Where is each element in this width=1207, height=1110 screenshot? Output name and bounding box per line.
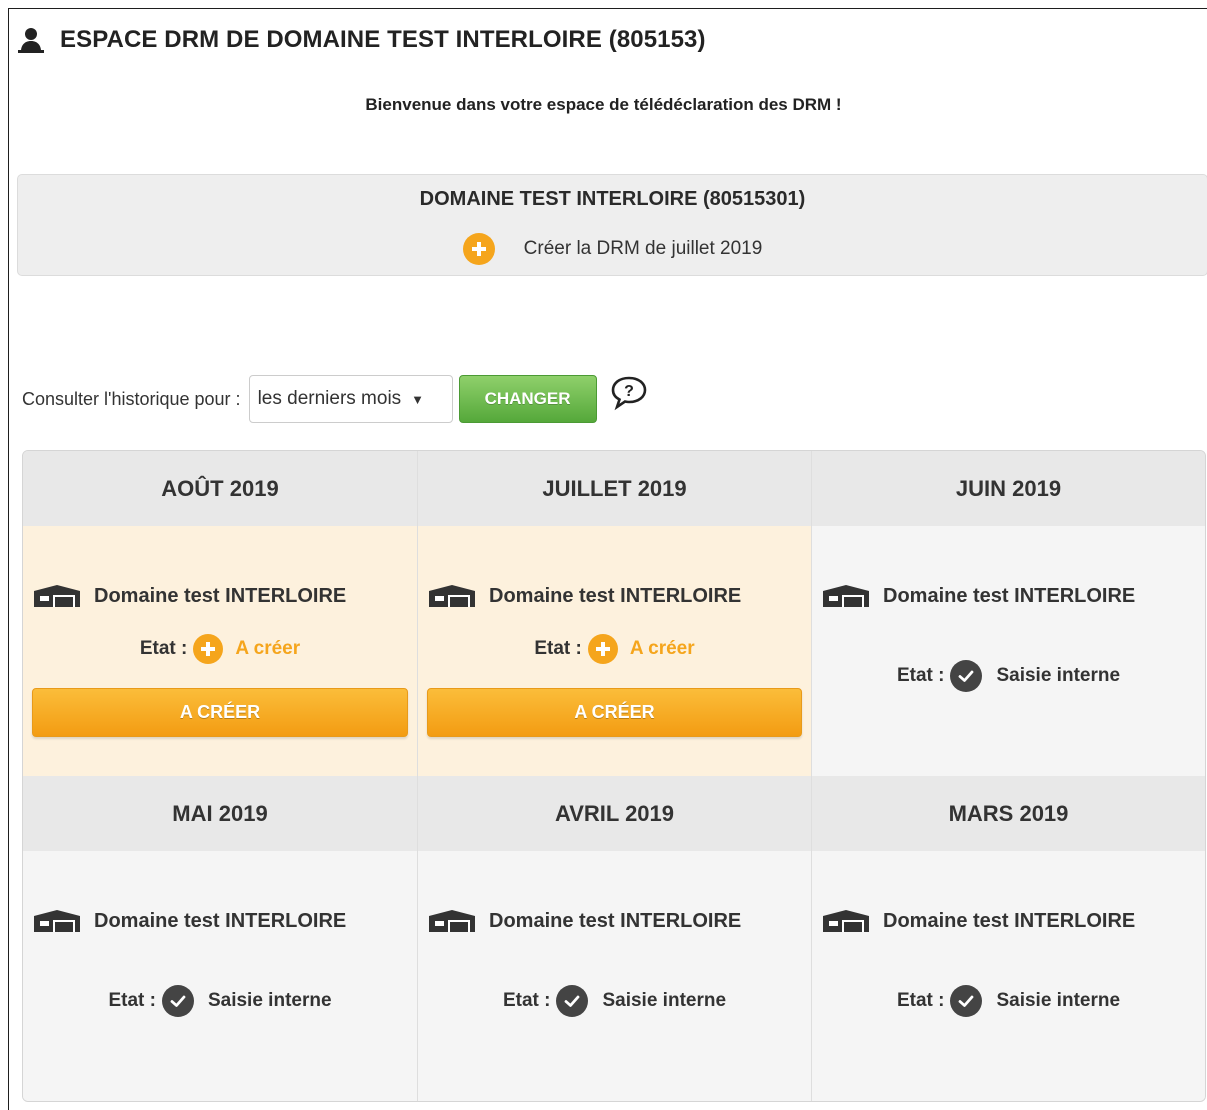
month-cell: AOÛT 2019 Domaine test INTERLOIRE Etat :… — [23, 451, 418, 776]
month-title: MARS 2019 — [812, 776, 1205, 851]
changer-button[interactable]: CHANGER — [458, 375, 597, 423]
month-grid: AOÛT 2019 Domaine test INTERLOIRE Etat :… — [22, 450, 1206, 1102]
caret-down-icon: ▼ — [411, 391, 425, 407]
month-cell: MARS 2019 Domaine test INTERLOIRE Etat :… — [812, 776, 1205, 1101]
month-body: Domaine test INTERLOIRE Etat : Saisie in… — [418, 851, 811, 1101]
month-cell: JUILLET 2019 Domaine test INTERLOIRE Eta… — [418, 451, 812, 776]
user-icon — [18, 28, 44, 53]
etablissement-line: Domaine test INTERLOIRE — [32, 909, 346, 933]
month-cell: MAI 2019 Domaine test INTERLOIRE Etat : … — [23, 776, 418, 1101]
state-value: A créer — [235, 638, 301, 659]
state-label: Etat : — [139, 638, 188, 659]
history-bar: Consulter l'historique pour : les dernie… — [22, 375, 649, 423]
create-drm-button[interactable]: A CRÉER — [32, 688, 408, 737]
month-body: Domaine test INTERLOIRE Etat : A créer A… — [23, 526, 417, 776]
state-value: Saisie interne — [996, 665, 1121, 686]
check-icon — [161, 985, 194, 1017]
warehouse-icon — [34, 585, 80, 607]
check-icon — [556, 985, 589, 1017]
state-label: Etat : — [108, 990, 156, 1011]
state-label: Etat : — [896, 990, 945, 1011]
month-body: Domaine test INTERLOIRE Etat : Saisie in… — [23, 851, 417, 1101]
warehouse-icon — [429, 585, 475, 607]
history-label: Consulter l'historique pour : — [22, 388, 241, 409]
state-line: Etat : Saisie interne — [812, 660, 1205, 692]
etablissement-line: Domaine test INTERLOIRE — [821, 909, 1135, 933]
month-cell: JUIN 2019 Domaine test INTERLOIRE Etat :… — [812, 451, 1205, 776]
create-drm-label: Créer la DRM de juillet 2019 — [523, 238, 763, 259]
welcome-message: Bienvenue dans votre espace de télédécla… — [365, 95, 842, 114]
state-line: Etat : A créer — [418, 634, 811, 664]
state-value: Saisie interne — [996, 990, 1121, 1011]
etablissement-line: Domaine test INTERLOIRE — [821, 584, 1135, 608]
warehouse-icon — [429, 910, 475, 932]
state-label: Etat : — [502, 990, 551, 1011]
etablissement-line: Domaine test INTERLOIRE — [427, 584, 741, 608]
check-icon — [950, 660, 983, 692]
warehouse-icon — [823, 585, 869, 607]
state-line: Etat : A créer — [23, 634, 417, 664]
etablissement-name: Domaine test INTERLOIRE — [883, 584, 1136, 607]
check-icon — [950, 985, 983, 1017]
state-line: Etat : Saisie interne — [418, 985, 811, 1017]
month-cell: AVRIL 2019 Domaine test INTERLOIRE Etat … — [418, 776, 812, 1101]
history-period-value: les derniers mois — [257, 388, 402, 409]
warehouse-icon — [34, 910, 80, 932]
state-value: A créer — [629, 638, 695, 659]
etablissement-line: Domaine test INTERLOIRE — [32, 584, 346, 608]
plus-icon — [193, 634, 224, 664]
state-value: Saisie interne — [207, 990, 332, 1011]
state-line: Etat : Saisie interne — [812, 985, 1205, 1017]
etablissement-line: Domaine test INTERLOIRE — [427, 909, 741, 933]
state-line: Etat : Saisie interne — [23, 985, 417, 1017]
etablissement-box: DOMAINE TEST INTERLOIRE (80515301) Créer… — [17, 174, 1207, 276]
plus-icon — [462, 233, 495, 265]
month-title: JUILLET 2019 — [418, 451, 811, 526]
page-title: ESPACE DRM DE DOMAINE TEST INTERLOIRE (8… — [18, 22, 706, 58]
month-title: JUIN 2019 — [812, 451, 1205, 526]
create-drm-link[interactable]: Créer la DRM de juillet 2019 — [18, 233, 1207, 265]
svg-text:?: ? — [624, 383, 634, 400]
help-bubble-icon[interactable]: ? — [609, 375, 649, 411]
etablissement-name: Domaine test INTERLOIRE — [489, 584, 742, 607]
etablissement-name: Domaine test INTERLOIRE — [489, 909, 742, 932]
month-title: AOÛT 2019 — [23, 451, 417, 526]
month-body: Domaine test INTERLOIRE Etat : Saisie in… — [812, 526, 1205, 776]
state-value: Saisie interne — [602, 990, 727, 1011]
warehouse-icon — [823, 910, 869, 932]
etablissement-name: Domaine test INTERLOIRE — [94, 584, 347, 607]
etablissement-name: Domaine test INTERLOIRE — [94, 909, 347, 932]
state-label: Etat : — [896, 665, 945, 686]
state-label: Etat : — [534, 638, 582, 659]
etablissement-name: DOMAINE TEST INTERLOIRE (80515301) — [419, 188, 806, 210]
create-drm-button[interactable]: A CRÉER — [427, 688, 802, 737]
month-title: MAI 2019 — [23, 776, 417, 851]
month-body: Domaine test INTERLOIRE Etat : A créer A… — [418, 526, 811, 776]
month-title: AVRIL 2019 — [418, 776, 811, 851]
history-period-select[interactable]: les derniers mois ▼ — [248, 375, 453, 423]
plus-icon — [587, 634, 618, 664]
month-body: Domaine test INTERLOIRE Etat : Saisie in… — [812, 851, 1205, 1101]
page-title-text: ESPACE DRM DE DOMAINE TEST INTERLOIRE (8… — [60, 26, 706, 53]
etablissement-name: Domaine test INTERLOIRE — [883, 909, 1136, 932]
